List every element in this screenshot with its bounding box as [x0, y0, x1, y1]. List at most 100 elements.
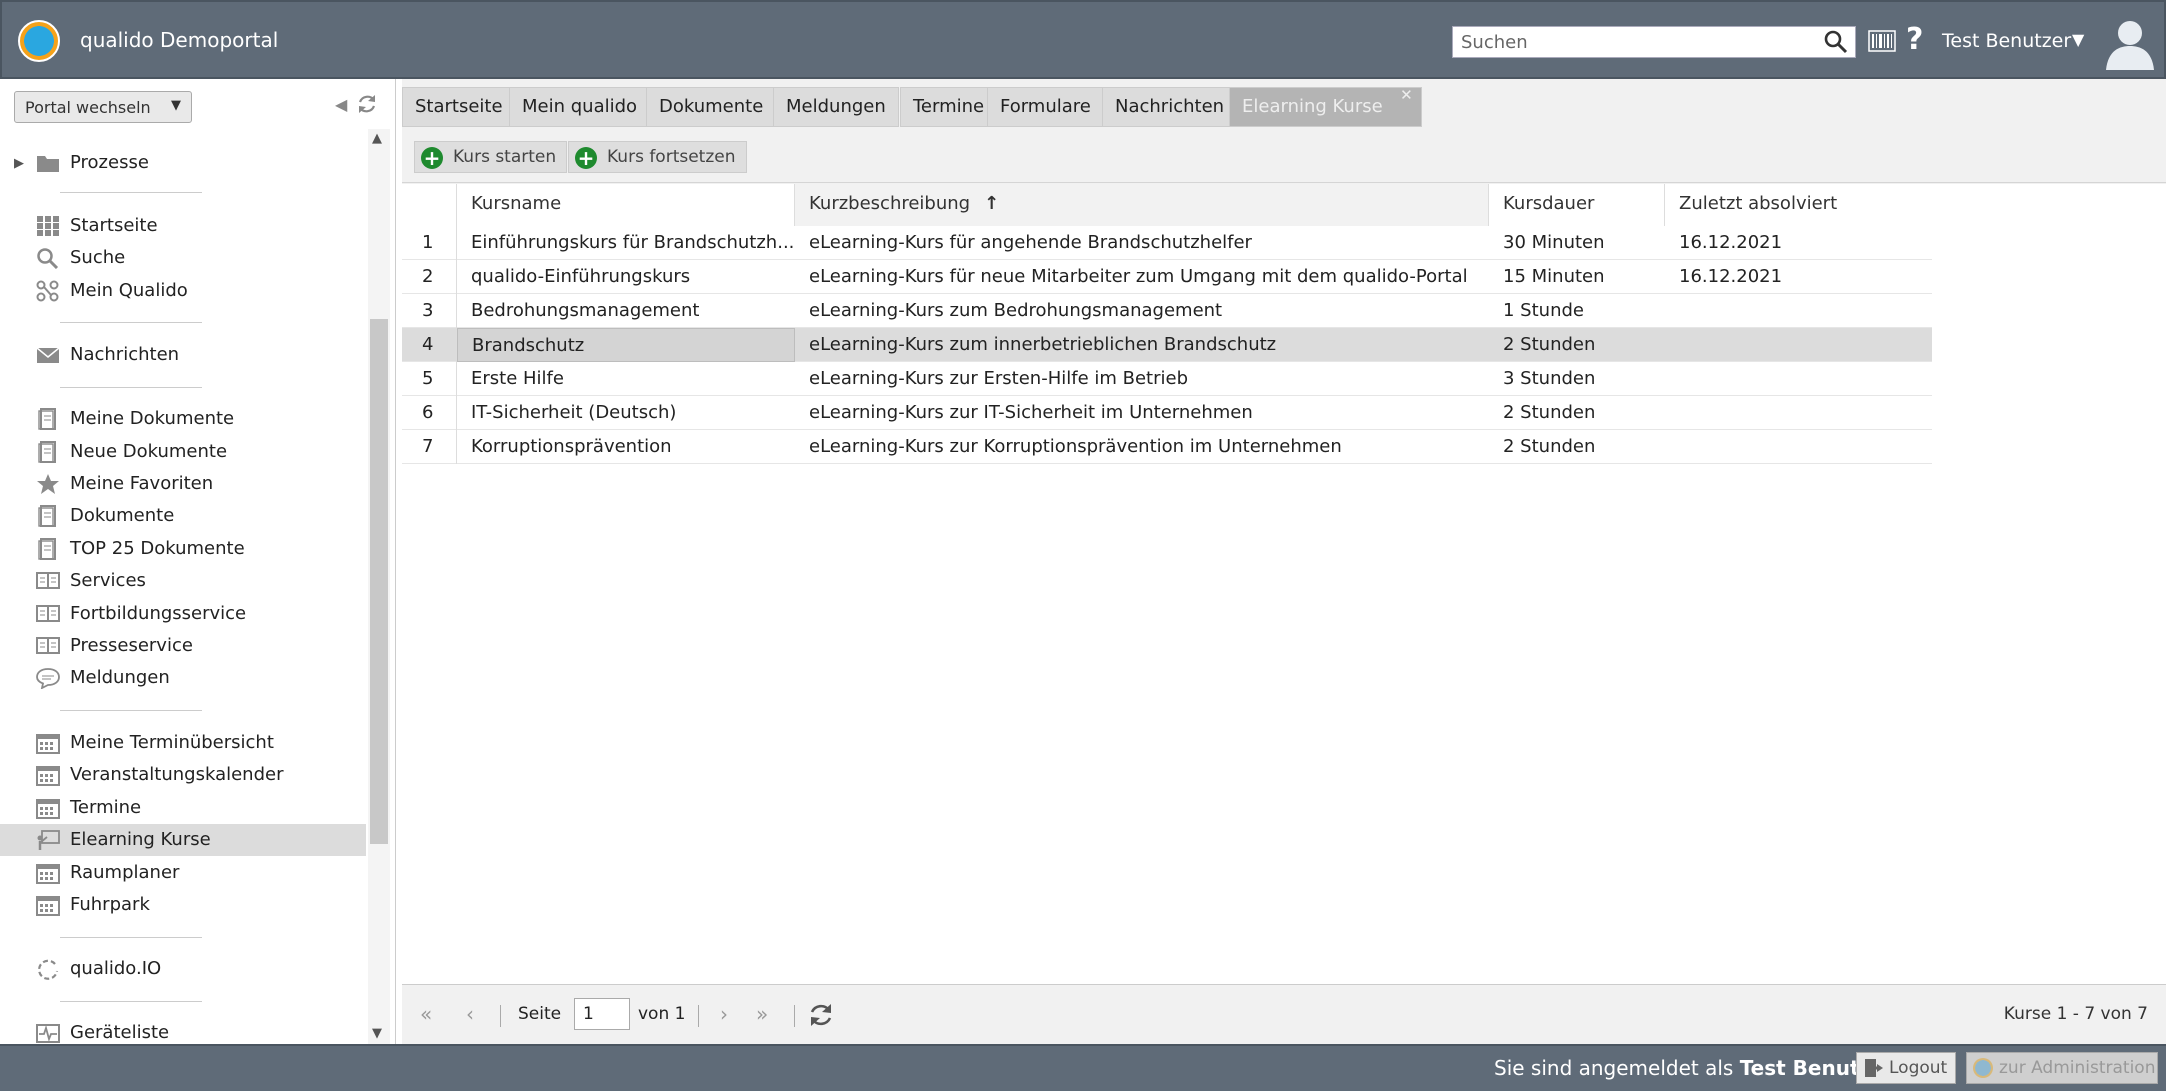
- action-toolbar: + Kurs starten + Kurs fortsetzen: [402, 129, 2166, 183]
- nav-divider: [60, 192, 202, 193]
- tab-nachrichten[interactable]: Nachrichten: [1102, 87, 1238, 127]
- column-header-zuletzt-absolviert[interactable]: Zuletzt absolviert: [1665, 184, 1932, 226]
- table-row[interactable]: 3 Bedrohungsmanagement eLearning-Kurs zu…: [402, 294, 1932, 328]
- chevron-down-icon[interactable]: ▼: [2072, 30, 2084, 49]
- start-course-button[interactable]: + Kurs starten: [414, 141, 568, 173]
- user-menu-name[interactable]: Test Benutzer: [1942, 30, 2071, 52]
- sidebar-item-prozesse[interactable]: ▶ Prozesse: [0, 147, 366, 179]
- table-row[interactable]: 6 IT-Sicherheit (Deutsch) eLearning-Kurs…: [402, 396, 1932, 430]
- close-icon[interactable]: ✕: [1400, 86, 1413, 104]
- sidebar-item-veranstaltungskalender[interactable]: Veranstaltungskalender: [0, 759, 366, 791]
- portal-switch-label: Portal wechseln: [25, 97, 151, 117]
- previous-page-icon[interactable]: ‹: [466, 1002, 474, 1026]
- qualido-logo-icon: [1973, 1058, 1993, 1078]
- scrollbar-thumb[interactable]: [370, 319, 388, 844]
- search-icon[interactable]: [1823, 29, 1849, 55]
- next-page-icon[interactable]: ›: [720, 1002, 728, 1026]
- sidebar-item-meine-terminuebersicht[interactable]: Meine Terminübersicht: [0, 727, 366, 759]
- avatar[interactable]: [2102, 14, 2158, 70]
- sidebar-item-qualido-io[interactable]: qualido.IO: [0, 953, 366, 985]
- first-page-icon[interactable]: «: [420, 1002, 432, 1026]
- sidebar-item-meine-favoriten[interactable]: Meine Favoriten: [0, 468, 366, 500]
- sidebar-item-neue-dokumente[interactable]: Neue Dokumente: [0, 436, 366, 468]
- course-name: Einführungskurs für Brandschutzh...: [471, 232, 795, 253]
- sidebar-item-top-25-dokumente[interactable]: TOP 25 Dokumente: [0, 533, 366, 565]
- sidebar-item-presseservice[interactable]: Presseservice: [0, 630, 366, 662]
- pagination-bar: « ‹ Seite von 1 › » Kurse 1 - 7 von 7: [402, 984, 2166, 1044]
- course-name: IT-Sicherheit (Deutsch): [471, 402, 677, 423]
- sidebar-item-fuhrpark[interactable]: Fuhrpark: [0, 889, 366, 921]
- qualido-logo[interactable]: [18, 20, 60, 62]
- sidebar-item-geraeteliste[interactable]: Geräteliste: [0, 1017, 366, 1044]
- continue-course-button[interactable]: + Kurs fortsetzen: [568, 141, 747, 173]
- column-header-kursdauer[interactable]: Kursdauer: [1489, 184, 1665, 226]
- tab-meldungen[interactable]: Meldungen: [773, 87, 899, 127]
- table-row[interactable]: 5 Erste Hilfe eLearning-Kurs zur Ersten-…: [402, 362, 1932, 396]
- tab-mein-qualido[interactable]: Mein qualido: [509, 87, 651, 127]
- plus-circle-icon: +: [575, 147, 597, 169]
- sidebar-item-label: Fortbildungsservice: [70, 603, 247, 624]
- nav-divider: [60, 387, 202, 388]
- course-name: Erste Hilfe: [471, 368, 564, 389]
- logout-label: Logout: [1889, 1058, 1948, 1078]
- refresh-icon[interactable]: [356, 93, 378, 115]
- barcode-icon[interactable]: [1868, 30, 1896, 52]
- calendar-icon: [36, 766, 60, 786]
- sidebar-item-mein-qualido[interactable]: Mein Qualido: [0, 275, 366, 307]
- sidebar-item-termine[interactable]: Termine: [0, 792, 366, 824]
- sidebar-item-nachrichten[interactable]: Nachrichten: [0, 339, 366, 371]
- nav-divider: [60, 322, 202, 323]
- page-number-input[interactable]: [574, 998, 630, 1030]
- table-row[interactable]: 1 Einführungskurs für Brandschutzh... eL…: [402, 226, 1932, 260]
- nav-divider: [60, 937, 202, 938]
- logout-button[interactable]: Logout: [1856, 1052, 1956, 1084]
- tab-dokumente[interactable]: Dokumente: [646, 87, 777, 127]
- app-title: qualido Demoportal: [80, 28, 279, 52]
- refresh-icon[interactable]: [808, 1002, 834, 1028]
- tab-startseite[interactable]: Startseite: [402, 87, 516, 127]
- sidebar-item-fortbildungsservice[interactable]: Fortbildungsservice: [0, 598, 366, 630]
- scroll-down-arrow-icon[interactable]: ▼: [372, 1026, 382, 1041]
- top-header: qualido Demoportal ? Test Benutzer ▼: [0, 0, 2166, 79]
- collapse-sidebar-icon[interactable]: ◀: [335, 95, 347, 114]
- course-last-completed: [1665, 430, 1932, 464]
- table-row[interactable]: 2 qualido-Einführungskurs eLearning-Kurs…: [402, 260, 1932, 294]
- sidebar-item-suche[interactable]: Suche: [0, 242, 366, 274]
- row-number: 5: [402, 362, 457, 396]
- column-header-number: [402, 184, 457, 226]
- sidebar-item-label: Startseite: [70, 215, 158, 236]
- search-input[interactable]: [1453, 27, 1813, 57]
- sidebar-item-startseite[interactable]: Startseite: [0, 210, 366, 242]
- book-icon: [36, 572, 60, 589]
- scroll-up-arrow-icon[interactable]: ▲: [372, 131, 382, 146]
- tab-termine[interactable]: Termine: [900, 87, 998, 127]
- sidebar-scrollbar[interactable]: ▲ ▼: [368, 129, 390, 1044]
- sidebar-item-label: TOP 25 Dokumente: [70, 538, 245, 559]
- table-row[interactable]: 7 Korruptionsprävention eLearning-Kurs z…: [402, 430, 1932, 464]
- tab-elearning-kurse[interactable]: Elearning Kurse ✕: [1229, 86, 1422, 127]
- sidebar-item-label: Nachrichten: [70, 344, 180, 365]
- administration-button[interactable]: zur Administration: [1966, 1052, 2158, 1084]
- sidebar-item-label: Geräteliste: [70, 1022, 170, 1043]
- sidebar-item-meldungen[interactable]: Meldungen: [0, 662, 366, 694]
- sidebar-item-raumplaner[interactable]: Raumplaner: [0, 857, 366, 889]
- chevron-down-icon: ▼: [171, 98, 181, 113]
- sidebar-item-meine-dokumente[interactable]: Meine Dokumente: [0, 403, 366, 435]
- presentation-icon: [37, 830, 60, 850]
- course-description: eLearning-Kurs für neue Mitarbeiter zum …: [809, 266, 1468, 287]
- folder-icon: [37, 156, 59, 172]
- sidebar-item-dokumente[interactable]: Dokumente: [0, 500, 366, 532]
- sidebar-item-services[interactable]: Services: [0, 565, 366, 597]
- column-header-kurzbeschreibung[interactable]: Kurzbeschreibung ↑: [795, 184, 1489, 226]
- column-header-kursname[interactable]: Kursname: [457, 184, 795, 226]
- help-icon[interactable]: ?: [1906, 22, 1923, 57]
- tab-formulare[interactable]: Formulare: [987, 87, 1104, 127]
- tree-expand-icon[interactable]: ▶: [14, 156, 24, 171]
- page-total-label: von 1: [638, 1004, 686, 1024]
- table-row-selected[interactable]: 4 Brandschutz eLearning-Kurs zum innerbe…: [402, 328, 1932, 362]
- sync-circle-icon: [37, 959, 59, 980]
- pager-divider: [500, 1005, 501, 1027]
- sidebar-item-elearning-kurse[interactable]: Elearning Kurse: [0, 824, 366, 856]
- last-page-icon[interactable]: »: [756, 1002, 768, 1026]
- portal-switch-dropdown[interactable]: Portal wechseln ▼: [14, 91, 192, 123]
